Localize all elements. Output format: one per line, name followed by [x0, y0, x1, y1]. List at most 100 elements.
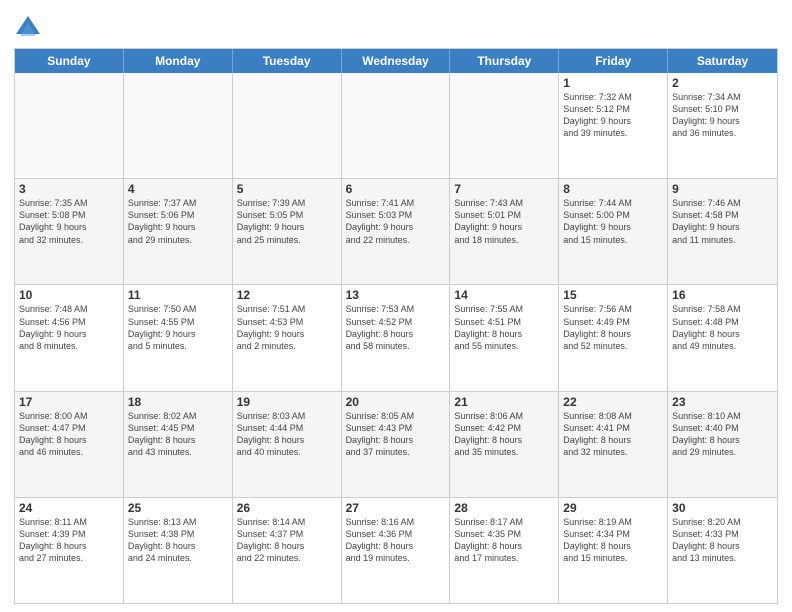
day-cell-23: 23Sunrise: 8:10 AMSunset: 4:40 PMDayligh…: [668, 392, 777, 497]
day-info: Sunrise: 7:35 AMSunset: 5:08 PMDaylight:…: [19, 197, 119, 246]
day-cell-20: 20Sunrise: 8:05 AMSunset: 4:43 PMDayligh…: [342, 392, 451, 497]
day-info: Sunrise: 7:51 AMSunset: 4:53 PMDaylight:…: [237, 303, 337, 352]
day-number: 26: [237, 501, 337, 515]
day-info: Sunrise: 7:32 AMSunset: 5:12 PMDaylight:…: [563, 91, 663, 140]
day-cell-4: 4Sunrise: 7:37 AMSunset: 5:06 PMDaylight…: [124, 179, 233, 284]
day-number: 16: [672, 288, 773, 302]
day-info: Sunrise: 8:14 AMSunset: 4:37 PMDaylight:…: [237, 516, 337, 565]
day-number: 8: [563, 182, 663, 196]
day-number: 21: [454, 395, 554, 409]
header-day-wednesday: Wednesday: [342, 49, 451, 73]
day-cell-21: 21Sunrise: 8:06 AMSunset: 4:42 PMDayligh…: [450, 392, 559, 497]
day-cell-9: 9Sunrise: 7:46 AMSunset: 4:58 PMDaylight…: [668, 179, 777, 284]
day-cell-24: 24Sunrise: 8:11 AMSunset: 4:39 PMDayligh…: [15, 498, 124, 603]
day-info: Sunrise: 8:00 AMSunset: 4:47 PMDaylight:…: [19, 410, 119, 459]
day-number: 14: [454, 288, 554, 302]
day-number: 2: [672, 76, 773, 90]
day-info: Sunrise: 8:17 AMSunset: 4:35 PMDaylight:…: [454, 516, 554, 565]
day-info: Sunrise: 8:02 AMSunset: 4:45 PMDaylight:…: [128, 410, 228, 459]
day-cell-6: 6Sunrise: 7:41 AMSunset: 5:03 PMDaylight…: [342, 179, 451, 284]
header-day-sunday: Sunday: [15, 49, 124, 73]
day-info: Sunrise: 8:05 AMSunset: 4:43 PMDaylight:…: [346, 410, 446, 459]
day-info: Sunrise: 7:44 AMSunset: 5:00 PMDaylight:…: [563, 197, 663, 246]
header: [14, 10, 778, 42]
day-info: Sunrise: 7:41 AMSunset: 5:03 PMDaylight:…: [346, 197, 446, 246]
day-info: Sunrise: 8:11 AMSunset: 4:39 PMDaylight:…: [19, 516, 119, 565]
calendar-header: SundayMondayTuesdayWednesdayThursdayFrid…: [15, 49, 777, 73]
day-number: 30: [672, 501, 773, 515]
day-cell-29: 29Sunrise: 8:19 AMSunset: 4:34 PMDayligh…: [559, 498, 668, 603]
day-cell-14: 14Sunrise: 7:55 AMSunset: 4:51 PMDayligh…: [450, 285, 559, 390]
day-number: 11: [128, 288, 228, 302]
day-number: 24: [19, 501, 119, 515]
day-number: 7: [454, 182, 554, 196]
day-cell-15: 15Sunrise: 7:56 AMSunset: 4:49 PMDayligh…: [559, 285, 668, 390]
day-number: 9: [672, 182, 773, 196]
day-number: 25: [128, 501, 228, 515]
day-number: 29: [563, 501, 663, 515]
day-number: 10: [19, 288, 119, 302]
day-info: Sunrise: 8:19 AMSunset: 4:34 PMDaylight:…: [563, 516, 663, 565]
calendar-week-5: 24Sunrise: 8:11 AMSunset: 4:39 PMDayligh…: [15, 498, 777, 603]
logo-icon: [14, 14, 42, 42]
day-cell-2: 2Sunrise: 7:34 AMSunset: 5:10 PMDaylight…: [668, 73, 777, 178]
day-number: 13: [346, 288, 446, 302]
day-cell-22: 22Sunrise: 8:08 AMSunset: 4:41 PMDayligh…: [559, 392, 668, 497]
header-day-friday: Friday: [559, 49, 668, 73]
day-number: 6: [346, 182, 446, 196]
day-info: Sunrise: 8:06 AMSunset: 4:42 PMDaylight:…: [454, 410, 554, 459]
day-number: 23: [672, 395, 773, 409]
day-info: Sunrise: 7:48 AMSunset: 4:56 PMDaylight:…: [19, 303, 119, 352]
day-info: Sunrise: 7:58 AMSunset: 4:48 PMDaylight:…: [672, 303, 773, 352]
empty-cell: [342, 73, 451, 178]
day-number: 3: [19, 182, 119, 196]
empty-cell: [450, 73, 559, 178]
header-day-saturday: Saturday: [668, 49, 777, 73]
header-day-tuesday: Tuesday: [233, 49, 342, 73]
day-number: 27: [346, 501, 446, 515]
day-cell-5: 5Sunrise: 7:39 AMSunset: 5:05 PMDaylight…: [233, 179, 342, 284]
day-info: Sunrise: 7:46 AMSunset: 4:58 PMDaylight:…: [672, 197, 773, 246]
day-info: Sunrise: 8:03 AMSunset: 4:44 PMDaylight:…: [237, 410, 337, 459]
day-number: 18: [128, 395, 228, 409]
day-number: 22: [563, 395, 663, 409]
calendar: SundayMondayTuesdayWednesdayThursdayFrid…: [14, 48, 778, 604]
calendar-week-4: 17Sunrise: 8:00 AMSunset: 4:47 PMDayligh…: [15, 392, 777, 498]
day-cell-12: 12Sunrise: 7:51 AMSunset: 4:53 PMDayligh…: [233, 285, 342, 390]
day-info: Sunrise: 8:20 AMSunset: 4:33 PMDaylight:…: [672, 516, 773, 565]
day-cell-18: 18Sunrise: 8:02 AMSunset: 4:45 PMDayligh…: [124, 392, 233, 497]
day-info: Sunrise: 7:39 AMSunset: 5:05 PMDaylight:…: [237, 197, 337, 246]
day-cell-19: 19Sunrise: 8:03 AMSunset: 4:44 PMDayligh…: [233, 392, 342, 497]
day-number: 5: [237, 182, 337, 196]
day-cell-30: 30Sunrise: 8:20 AMSunset: 4:33 PMDayligh…: [668, 498, 777, 603]
empty-cell: [15, 73, 124, 178]
day-number: 1: [563, 76, 663, 90]
day-info: Sunrise: 8:16 AMSunset: 4:36 PMDaylight:…: [346, 516, 446, 565]
day-number: 28: [454, 501, 554, 515]
day-cell-7: 7Sunrise: 7:43 AMSunset: 5:01 PMDaylight…: [450, 179, 559, 284]
day-info: Sunrise: 7:50 AMSunset: 4:55 PMDaylight:…: [128, 303, 228, 352]
day-number: 20: [346, 395, 446, 409]
empty-cell: [124, 73, 233, 178]
day-info: Sunrise: 7:43 AMSunset: 5:01 PMDaylight:…: [454, 197, 554, 246]
day-cell-28: 28Sunrise: 8:17 AMSunset: 4:35 PMDayligh…: [450, 498, 559, 603]
day-cell-11: 11Sunrise: 7:50 AMSunset: 4:55 PMDayligh…: [124, 285, 233, 390]
day-cell-1: 1Sunrise: 7:32 AMSunset: 5:12 PMDaylight…: [559, 73, 668, 178]
day-cell-26: 26Sunrise: 8:14 AMSunset: 4:37 PMDayligh…: [233, 498, 342, 603]
day-cell-17: 17Sunrise: 8:00 AMSunset: 4:47 PMDayligh…: [15, 392, 124, 497]
day-info: Sunrise: 7:34 AMSunset: 5:10 PMDaylight:…: [672, 91, 773, 140]
day-number: 17: [19, 395, 119, 409]
header-day-thursday: Thursday: [450, 49, 559, 73]
day-info: Sunrise: 8:08 AMSunset: 4:41 PMDaylight:…: [563, 410, 663, 459]
page: SundayMondayTuesdayWednesdayThursdayFrid…: [0, 0, 792, 612]
day-cell-3: 3Sunrise: 7:35 AMSunset: 5:08 PMDaylight…: [15, 179, 124, 284]
day-info: Sunrise: 8:10 AMSunset: 4:40 PMDaylight:…: [672, 410, 773, 459]
day-number: 19: [237, 395, 337, 409]
day-cell-27: 27Sunrise: 8:16 AMSunset: 4:36 PMDayligh…: [342, 498, 451, 603]
day-cell-16: 16Sunrise: 7:58 AMSunset: 4:48 PMDayligh…: [668, 285, 777, 390]
empty-cell: [233, 73, 342, 178]
day-info: Sunrise: 8:13 AMSunset: 4:38 PMDaylight:…: [128, 516, 228, 565]
calendar-week-1: 1Sunrise: 7:32 AMSunset: 5:12 PMDaylight…: [15, 73, 777, 179]
calendar-week-2: 3Sunrise: 7:35 AMSunset: 5:08 PMDaylight…: [15, 179, 777, 285]
day-number: 15: [563, 288, 663, 302]
